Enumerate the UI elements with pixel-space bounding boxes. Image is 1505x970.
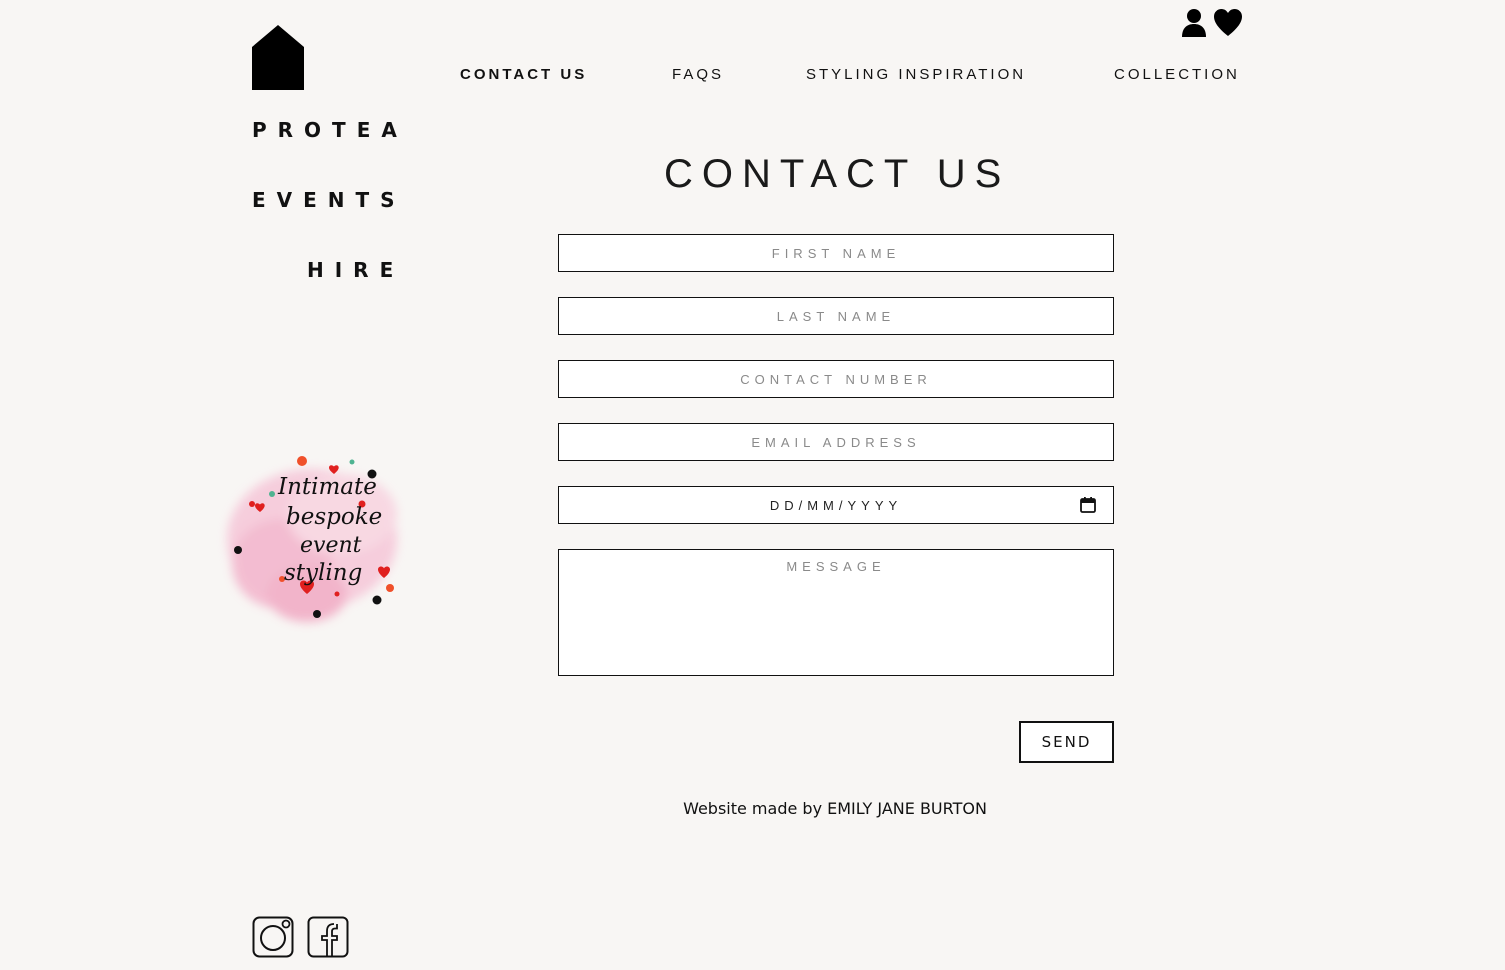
page-title: CONTACT US (664, 152, 1011, 196)
facebook-icon[interactable] (307, 916, 349, 958)
badge-line-4: styling (284, 560, 362, 586)
email-address-input[interactable] (558, 423, 1114, 461)
calendar-icon[interactable] (1079, 496, 1097, 514)
badge-line-2: bespoke (286, 504, 382, 530)
nav-faqs[interactable]: FAQS (672, 66, 724, 83)
badge-line-3: event (300, 533, 362, 558)
message-textarea[interactable] (558, 549, 1114, 676)
nav-styling-inspiration[interactable]: STYLING INSPIRATION (806, 66, 1026, 83)
footer-credit: Website made by EMILY JANE BURTON (683, 799, 987, 818)
logo-house-icon[interactable] (252, 25, 304, 90)
contact-number-input[interactable] (558, 360, 1114, 398)
brand-line-protea: PROTEA (252, 118, 408, 142)
last-name-input[interactable] (558, 297, 1114, 335)
badge-line-1: Intimate (277, 474, 377, 500)
date-input[interactable]: DD/MM/YYYY (558, 486, 1114, 524)
intimate-bespoke-badge-image: Intimate bespoke event styling (227, 456, 397, 622)
date-placeholder: DD/MM/YYYY (769, 497, 903, 513)
instagram-icon[interactable] (252, 916, 294, 958)
nav-contact-us[interactable]: CONTACT US (460, 66, 587, 83)
heart-icon[interactable] (1214, 8, 1242, 38)
nav-collection[interactable]: COLLECTION (1114, 66, 1240, 83)
brand-line-events: EVENTS (252, 188, 406, 212)
brand-line-hire: HIRE (307, 258, 405, 282)
send-button[interactable]: SEND (1019, 721, 1114, 763)
first-name-input[interactable] (558, 234, 1114, 272)
user-icon[interactable] (1180, 8, 1208, 38)
